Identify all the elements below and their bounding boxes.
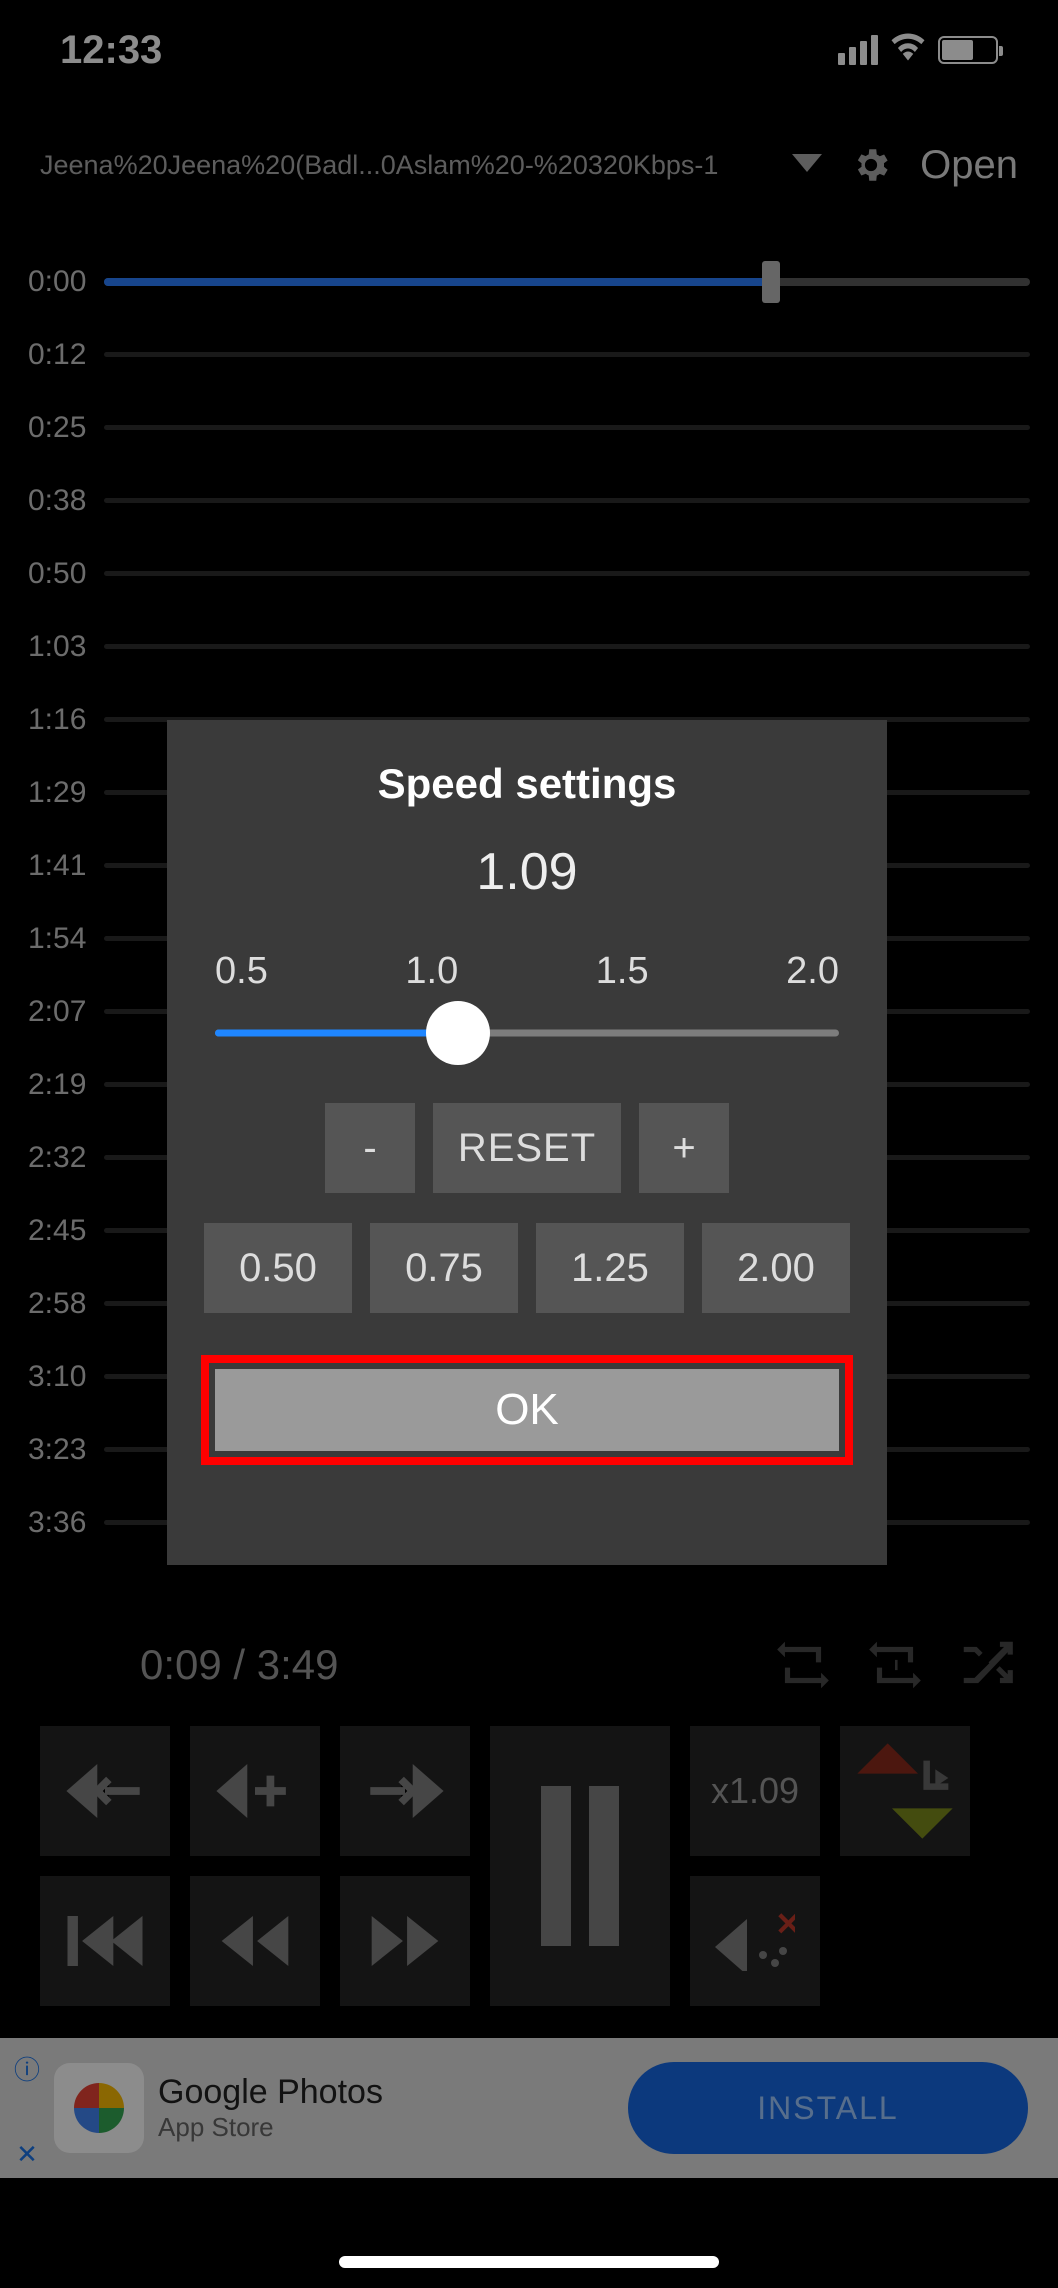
speed-increase-button[interactable]: + <box>639 1103 729 1193</box>
dialog-title: Speed settings <box>201 760 853 808</box>
ok-highlight: OK <box>201 1355 853 1465</box>
time-label: 0:00 <box>28 265 104 299</box>
battery-icon <box>938 36 998 64</box>
timeline-row-main[interactable]: 0:00 <box>28 245 1030 318</box>
rewind-button[interactable] <box>190 1876 320 2006</box>
pause-button[interactable] <box>490 1726 670 2006</box>
playback-time: 0:09 / 3:49 <box>140 1641 339 1689</box>
prev-track-button[interactable] <box>40 1876 170 2006</box>
timeline-row[interactable]: 0:50 <box>28 537 1030 610</box>
speed-value: 1.09 <box>201 842 853 902</box>
settings-icon[interactable] <box>850 144 892 186</box>
ad-info[interactable]: ⓘ✕ <box>14 2050 40 2170</box>
preset-075-button[interactable]: 0.75 <box>370 1223 518 1313</box>
timeline-row[interactable]: 0:12 <box>28 318 1030 391</box>
timeline-row[interactable]: 0:25 <box>28 391 1030 464</box>
svg-text:✕: ✕ <box>775 1911 795 1942</box>
slider-scale: 0.5 1.0 1.5 2.0 <box>215 950 839 993</box>
marker-prev-button[interactable] <box>40 1726 170 1856</box>
speed-settings-dialog: Speed settings 1.09 0.5 1.0 1.5 2.0 - RE… <box>167 720 887 1565</box>
timeline-row[interactable]: 1:03 <box>28 610 1030 683</box>
ok-button[interactable]: OK <box>215 1369 839 1451</box>
top-bar: Jeena%20Jeena%20(Badl...0Aslam%20-%20320… <box>0 120 1058 210</box>
shuffle-icon[interactable] <box>956 1634 1018 1696</box>
track-title[interactable]: Jeena%20Jeena%20(Badl...0Aslam%20-%20320… <box>40 150 764 181</box>
wifi-icon <box>890 31 926 70</box>
ad-banner[interactable]: ⓘ✕ Google Photos App Store INSTALL <box>0 2038 1058 2178</box>
marker-next-button[interactable] <box>340 1726 470 1856</box>
repeat-one-icon[interactable] <box>864 1634 926 1696</box>
status-right <box>838 31 998 70</box>
repeat-icon[interactable] <box>772 1634 834 1696</box>
speed-decrease-button[interactable]: - <box>325 1103 415 1193</box>
ad-title: Google Photos <box>158 2073 383 2112</box>
home-indicator[interactable] <box>339 2256 719 2268</box>
dropdown-icon[interactable] <box>792 153 822 178</box>
pitch-button[interactable] <box>840 1726 970 1856</box>
preset-125-button[interactable]: 1.25 <box>536 1223 684 1313</box>
timeline-row[interactable]: 0:38 <box>28 464 1030 537</box>
ad-install-button[interactable]: INSTALL <box>628 2062 1028 2154</box>
ad-app-icon <box>54 2063 144 2153</box>
player-footer: 0:09 / 3:49 x1.09 ✕ <box>0 1620 1058 2006</box>
status-bar: 12:33 <box>0 0 1058 100</box>
preset-200-button[interactable]: 2.00 <box>702 1223 850 1313</box>
preset-050-button[interactable]: 0.50 <box>204 1223 352 1313</box>
marker-add-button[interactable] <box>190 1726 320 1856</box>
open-button[interactable]: Open <box>920 143 1018 188</box>
speed-slider[interactable] <box>215 1003 839 1063</box>
speed-reset-button[interactable]: RESET <box>433 1103 621 1193</box>
speed-button[interactable]: x1.09 <box>690 1726 820 1856</box>
forward-button[interactable] <box>340 1876 470 2006</box>
ad-subtitle: App Store <box>158 2112 383 2143</box>
cellular-signal-icon <box>838 35 878 65</box>
marker-clear-button[interactable]: ✕ <box>690 1876 820 2006</box>
status-time: 12:33 <box>60 28 162 73</box>
